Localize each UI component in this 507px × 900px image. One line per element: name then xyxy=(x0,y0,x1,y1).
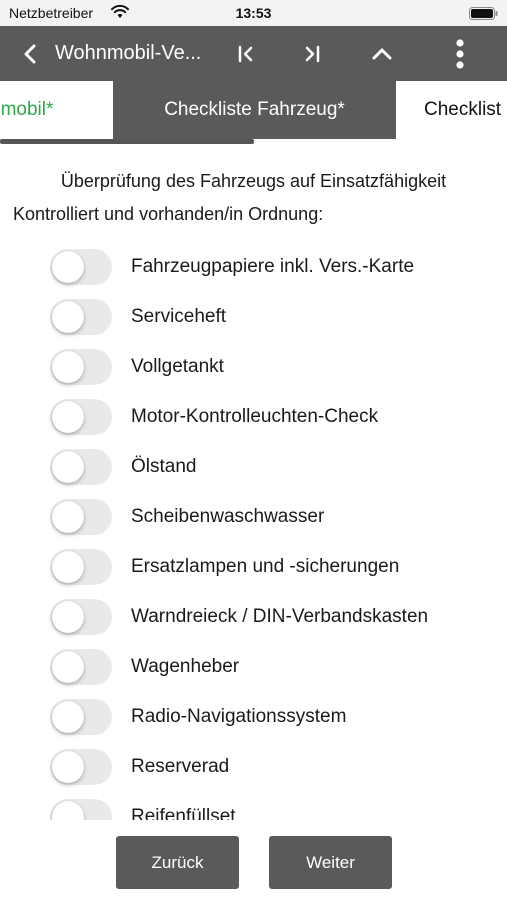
toggle-knob xyxy=(52,751,84,783)
item-label: Reserverad xyxy=(131,756,230,777)
status-bar: Netzbetreiber 13:53 xyxy=(0,0,507,26)
collapse-icon xyxy=(372,48,392,59)
toggle-switch[interactable] xyxy=(50,449,112,485)
item-label: Warndreieck / DIN-Verbandskasten xyxy=(131,606,429,627)
toggle-knob xyxy=(52,451,84,483)
top-toolbar: Wohnmobil-Ve... xyxy=(0,26,507,81)
item-label: Scheibenwaschwasser xyxy=(131,506,325,527)
toggle-switch[interactable] xyxy=(50,599,112,635)
toggle-switch[interactable] xyxy=(50,549,112,585)
last-page-button[interactable] xyxy=(296,26,328,81)
battery-icon xyxy=(469,7,498,20)
tab-checkliste-fahrzeug[interactable]: Checkliste Fahrzeug* xyxy=(113,81,396,139)
toggle-switch[interactable] xyxy=(50,749,112,785)
toggle-knob xyxy=(52,251,84,283)
clock: 13:53 xyxy=(235,5,272,21)
toggle-knob xyxy=(52,351,84,383)
toggle-knob xyxy=(52,551,84,583)
page-title: Wohnmobil-Ve... xyxy=(55,42,202,64)
item-label: Fahrzeugpapiere inkl. Vers.-Karte xyxy=(131,256,415,277)
tab-checkliste[interactable]: Checklist xyxy=(396,81,507,139)
more-vertical-icon xyxy=(456,38,464,69)
item-label: Serviceheft xyxy=(131,306,227,327)
toggle-knob xyxy=(52,501,84,533)
toggle-switch[interactable] xyxy=(50,399,112,435)
first-page-icon xyxy=(238,45,253,62)
list-item: Fahrzeugpapiere inkl. Vers.-Karte xyxy=(0,245,507,289)
list-item: Warndreieck / DIN-Verbandskasten xyxy=(0,595,507,639)
next-nav-button[interactable]: Weiter xyxy=(269,836,392,889)
item-label: Vollgetankt xyxy=(131,356,224,377)
list-item: Wagenheber xyxy=(0,645,507,689)
back-nav-button[interactable]: Zurück xyxy=(116,836,239,889)
item-label: Reifenfüllset xyxy=(131,806,236,820)
toggle-knob xyxy=(52,651,84,683)
item-label: Wagenheber xyxy=(131,656,240,677)
list-item: Vollgetankt xyxy=(0,345,507,389)
toggle-switch[interactable] xyxy=(50,699,112,735)
more-options-button[interactable] xyxy=(446,26,474,81)
footer: Zurück Weiter xyxy=(0,820,507,900)
list-item: Motor-Kontrolleuchten-Check xyxy=(0,395,507,439)
item-label: Ersatzlampen und -sicherungen xyxy=(131,556,400,577)
toggle-switch[interactable] xyxy=(50,649,112,685)
section-subheading: Kontrolliert und vorhanden/in Ordnung: xyxy=(13,204,324,224)
toggle-knob xyxy=(52,601,84,633)
tab-bar: nmobil* Checkliste Fahrzeug* Checklist xyxy=(0,81,507,139)
first-page-button[interactable] xyxy=(230,26,262,81)
toggle-switch[interactable] xyxy=(50,799,112,820)
list-item: Reifenfüllset xyxy=(0,795,507,820)
back-button[interactable] xyxy=(14,26,46,81)
toggle-switch[interactable] xyxy=(50,299,112,335)
list-item: Serviceheft xyxy=(0,295,507,339)
back-chevron-icon xyxy=(24,44,36,63)
collapse-button[interactable] xyxy=(366,26,398,81)
toggle-knob xyxy=(52,801,84,820)
list-item: Ersatzlampen und -sicherungen xyxy=(0,545,507,589)
item-label: Motor-Kontrolleuchten-Check xyxy=(131,406,379,427)
list-item: Reserverad xyxy=(0,745,507,789)
last-page-icon xyxy=(305,45,320,62)
tab-wohnmobil[interactable]: nmobil* xyxy=(0,81,113,139)
toggle-switch[interactable] xyxy=(50,249,112,285)
list-item: Radio-Navigationssystem xyxy=(0,695,507,739)
toggle-switch[interactable] xyxy=(50,349,112,385)
item-label: Ölstand xyxy=(131,456,197,477)
toggle-switch[interactable] xyxy=(50,499,112,535)
section-heading: Überprüfung des Fahrzeugs auf Einsatzfäh… xyxy=(60,171,447,191)
toggle-knob xyxy=(52,701,84,733)
item-label: Radio-Navigationssystem xyxy=(131,706,347,727)
list-item: Scheibenwaschwasser xyxy=(0,495,507,539)
list-item: Ölstand xyxy=(0,445,507,489)
checklist-content: Überprüfung des Fahrzeugs auf Einsatzfäh… xyxy=(0,144,507,820)
toggle-knob xyxy=(52,301,84,333)
toggle-knob xyxy=(52,401,84,433)
